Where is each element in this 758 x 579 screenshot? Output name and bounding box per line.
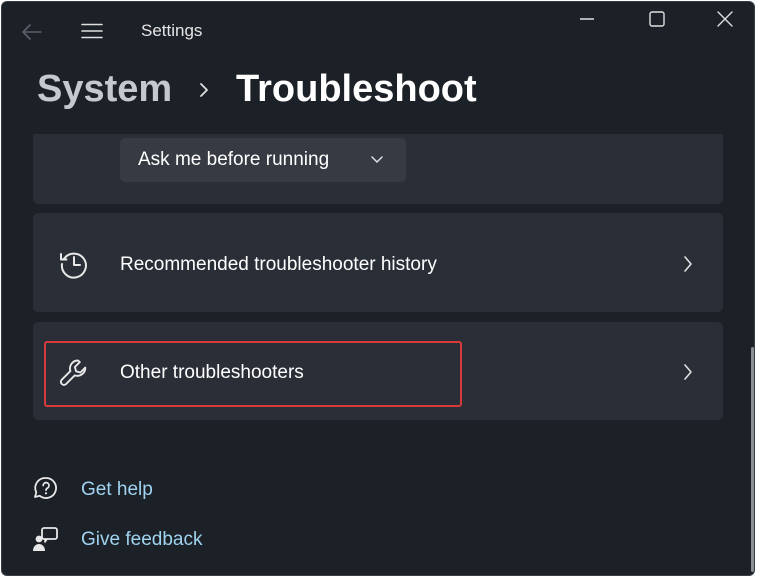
recommended-troubleshooter-history-item[interactable]: Recommended troubleshooter history [33, 213, 723, 312]
minimize-icon [580, 18, 594, 20]
page-title: Troubleshoot [236, 68, 477, 110]
hamburger-menu-icon [81, 23, 103, 39]
chevron-right-icon [684, 364, 692, 380]
feedback-icon [30, 524, 60, 554]
recommended-preference-card: Ask me before running [33, 134, 723, 204]
breadcrumb-parent-system[interactable]: System [37, 68, 172, 111]
close-icon [717, 11, 733, 27]
history-item-label: Recommended troubleshooter history [120, 254, 437, 275]
help-chat-icon [30, 474, 60, 504]
other-troubleshooters-item[interactable]: Other troubleshooters [33, 322, 723, 420]
back-arrow-icon [22, 24, 42, 40]
back-button[interactable] [16, 16, 48, 48]
history-icon [57, 247, 91, 281]
title-bar: Settings [2, 2, 754, 60]
maximize-button[interactable] [624, 2, 690, 36]
scrollbar[interactable] [751, 347, 754, 572]
other-troubleshooters-label: Other troubleshooters [120, 362, 304, 383]
settings-window: Settings System Troubleshoot Ask me befo… [1, 1, 755, 576]
recommended-preference-dropdown[interactable]: Ask me before running [120, 138, 406, 182]
navigation-menu-button[interactable] [75, 14, 109, 48]
chevron-right-icon [200, 83, 208, 97]
maximize-icon [649, 11, 665, 27]
chevron-down-icon [371, 156, 383, 163]
get-help-label: Get help [81, 479, 153, 500]
close-button[interactable] [692, 2, 754, 36]
minimize-button[interactable] [554, 2, 620, 36]
dropdown-selected-value: Ask me before running [138, 149, 330, 170]
chevron-right-icon [684, 256, 692, 272]
app-title: Settings [141, 21, 203, 40]
wrench-icon [57, 356, 91, 390]
give-feedback-label: Give feedback [81, 529, 203, 550]
